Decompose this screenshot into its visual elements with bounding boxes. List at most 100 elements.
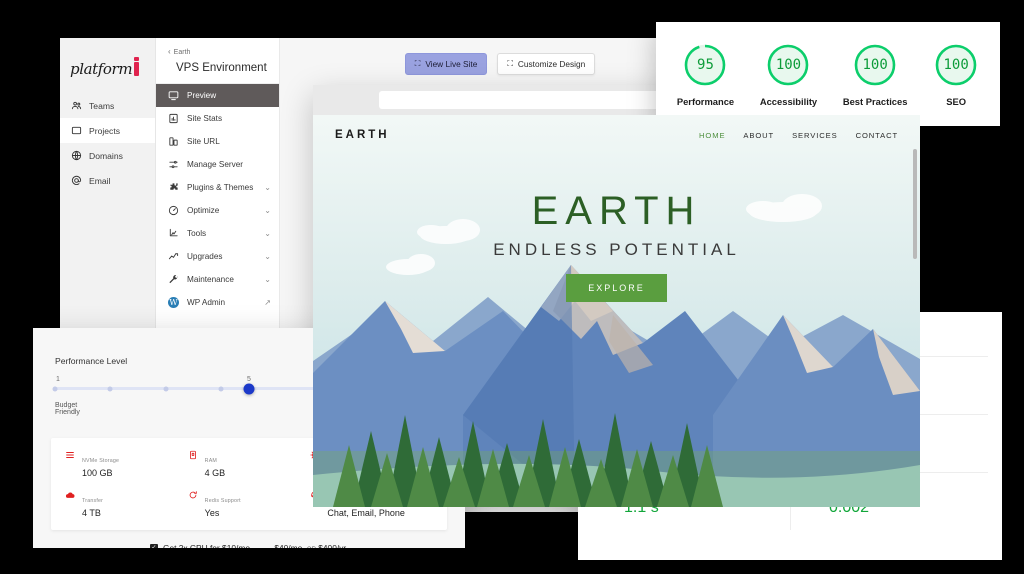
breadcrumb[interactable]: ‹ Earth (168, 48, 269, 56)
spec-key: Transfer (82, 498, 103, 504)
sidebar-item-domains[interactable]: Domains (60, 143, 155, 168)
menu-item-tools[interactable]: Tools⌄ (156, 222, 279, 245)
menu-item-wp-admin[interactable]: W WP Admin ↗ (156, 291, 279, 314)
sidebar-item-email[interactable]: Email (60, 168, 155, 193)
wordpress-icon: W (168, 297, 179, 308)
environment-menu: Preview Site Stats Site URLManage ServerPl… (156, 84, 279, 314)
platform-logo[interactable]: platform (60, 44, 155, 93)
breadcrumb-label: Earth (174, 49, 191, 56)
site-nav-services[interactable]: SERVICES (792, 131, 837, 140)
spec-redis-support: Redis Support Yes (188, 489, 311, 518)
addon-checkbox-group[interactable]: ✓ Get 2x CPU for $10/mo. (150, 543, 252, 548)
menu-item-label: Upgrades (187, 252, 256, 261)
sidebar-item-label: Domains (89, 151, 123, 161)
logo-mark-icon (134, 62, 139, 76)
menu-item-plugins-themes[interactable]: Plugins & Themes⌄ (156, 176, 279, 199)
site-preview-window: 🔒 https://www.mysite.com (313, 85, 920, 507)
sidebar-item-projects[interactable]: Projects (60, 118, 155, 143)
mountain-scene-illustration (313, 115, 920, 507)
hero-title: EARTH (313, 189, 920, 234)
addon-label: Get 2x CPU for $10/mo. (163, 543, 252, 548)
spec-transfer: Transfer4 TB (65, 489, 188, 518)
external-link-icon: ↗ (264, 298, 271, 307)
lighthouse-gauge-performance[interactable]: 95 Performance (677, 42, 734, 107)
site-navigation: HOME ABOUT SERVICES CONTACT (699, 131, 898, 140)
content-toolbar: ⛶ View Live Site ⛶ Customize Design (280, 38, 720, 84)
explore-button[interactable]: EXPLORE (566, 274, 667, 302)
view-live-site-button[interactable]: ⛶ View Live Site (405, 53, 488, 75)
score-value: 95 (682, 42, 728, 88)
monitor-icon (168, 90, 179, 101)
slider-current-label: 5 (247, 376, 251, 383)
customize-design-button[interactable]: ⛶ Customize Design (497, 53, 595, 75)
stats-icon (168, 113, 179, 124)
spec-ram: RAM4 GB (188, 449, 311, 478)
previewed-website: EARTH HOME ABOUT SERVICES CONTACT EARTH END… (313, 115, 920, 507)
puzzle-icon (168, 182, 179, 193)
score-label: SEO (933, 96, 979, 107)
menu-item-site-stats[interactable]: Site Stats (156, 107, 279, 130)
score-label: Accessibility (760, 96, 817, 107)
sidebar-item-label: Email (89, 176, 111, 186)
menu-item-label: WP Admin (187, 298, 256, 307)
menu-item-label: Tools (187, 229, 256, 238)
menu-item-label: Optimize (187, 206, 256, 215)
spec-value: Yes (205, 508, 241, 518)
menu-item-maintenance[interactable]: Maintenance ⌄ (156, 268, 279, 291)
price-monthly: $40/mo. (274, 543, 304, 548)
preview-scrollbar[interactable] (913, 149, 917, 259)
hero-subtitle: ENDLESS POTENTIAL (313, 240, 920, 260)
price-yearly: $400/yr. (318, 543, 348, 548)
score-ring: 100 (765, 42, 811, 88)
url-icon (168, 136, 179, 147)
menu-item-site-url[interactable]: Site URL (156, 130, 279, 153)
site-hero: EARTH ENDLESS POTENTIAL EXPLORE (313, 189, 920, 302)
site-nav-about[interactable]: ABOUT (743, 131, 774, 140)
lighthouse-gauge-seo[interactable]: 100 SEO (933, 42, 979, 107)
cloud-icon (65, 490, 75, 500)
menu-item-label: Maintenance (187, 275, 256, 284)
customize-design-label: Customize Design (518, 59, 585, 69)
lighthouse-gauge-accessibility[interactable]: 100 Accessibility (760, 42, 817, 107)
menu-item-manage-server[interactable]: Manage Server (156, 153, 279, 176)
score-value: 100 (933, 42, 979, 88)
chevron-down-icon: ⌄ (264, 183, 271, 192)
wrench-icon (168, 274, 179, 285)
site-header: EARTH HOME ABOUT SERVICES CONTACT (313, 115, 920, 141)
chevron-down-icon: ⌄ (264, 275, 271, 284)
price-display: $40/mo. OR $400/yr. (274, 543, 348, 548)
menu-item-upgrades[interactable]: Upgrades⌄ (156, 245, 279, 268)
redis-icon (188, 490, 198, 500)
score-ring: 100 (933, 42, 979, 88)
storage-icon (65, 450, 75, 460)
spec-key: Redis Support (205, 498, 241, 504)
sidebar-item-teams[interactable]: Teams (60, 93, 155, 118)
menu-item-label: Preview (187, 91, 271, 100)
ram-icon (188, 450, 198, 460)
at-icon (71, 175, 82, 186)
score-value: 100 (765, 42, 811, 88)
page-title: VPS Environment (168, 62, 269, 74)
score-label: Performance (677, 96, 734, 107)
external-link-icon-2: ⛶ (507, 59, 513, 69)
price-row: ✓ Get 2x CPU for $10/mo. $40/mo. OR $400… (33, 543, 465, 548)
slider-min-label: 1 (56, 376, 60, 383)
spec-value: 4 GB (205, 468, 226, 478)
sidebar-item-label: Teams (89, 101, 114, 111)
performance-slider-handle[interactable] (244, 383, 255, 394)
site-nav-contact[interactable]: CONTACT (856, 131, 898, 140)
site-nav-home[interactable]: HOME (699, 131, 725, 140)
price-or: OR (307, 547, 316, 548)
back-chevron-icon: ‹ (168, 48, 171, 56)
external-link-icon: ⛶ (415, 59, 421, 69)
spec-nvme-storage: NVMe Storage100 GB (65, 449, 188, 478)
menu-item-optimize[interactable]: Optimize⌄ (156, 199, 279, 222)
site-brand: EARTH (335, 129, 390, 141)
teams-icon (71, 100, 82, 111)
menu-item-label: Site Stats (187, 114, 271, 123)
menu-item-preview[interactable]: Preview (156, 84, 279, 107)
lighthouse-scores-panel: 95 Performance 100 Accessibility 100Best Pra… (656, 22, 1000, 126)
lighthouse-gauge-best-practices[interactable]: 100Best Practices (843, 42, 908, 107)
primary-nav-list: Teams Projects Domains Email (60, 93, 155, 193)
breadcrumb-block: ‹ Earth VPS Environment (156, 38, 279, 84)
